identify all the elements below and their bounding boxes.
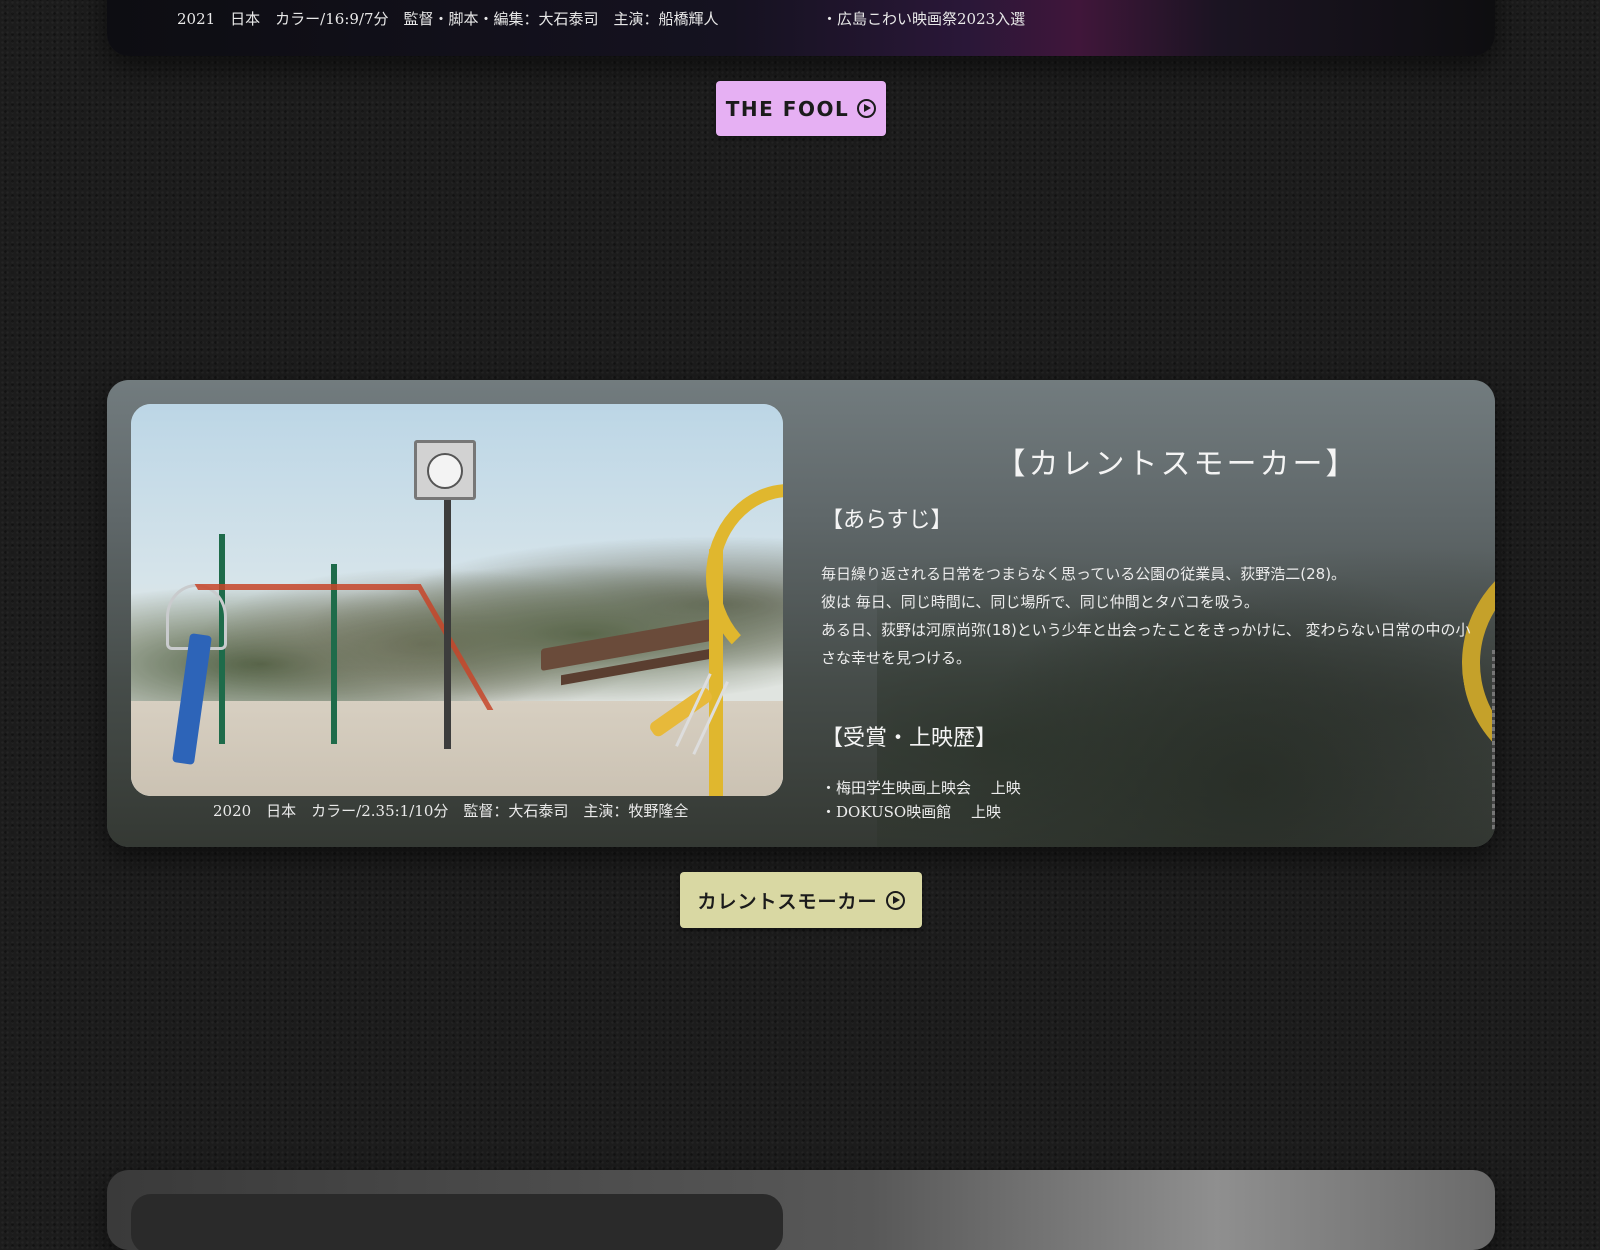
film-meta: 2021 日本 カラー/16:9/7分 監督・脚本・編集：大石泰司 主演：船橋輝… bbox=[177, 10, 719, 28]
film-card-next bbox=[107, 1170, 1495, 1250]
the-fool-button[interactable]: THE FOOL bbox=[716, 81, 886, 136]
current-smoker-button[interactable]: カレントスモーカー bbox=[680, 872, 922, 928]
synopsis-line: ある日、荻野は河原尚弥(18)という少年と出会ったことをきっかけに、 変わらない… bbox=[821, 621, 1471, 667]
film-title: 【カレントスモーカー】 bbox=[995, 446, 1359, 482]
yellow-swing-pole bbox=[709, 549, 723, 796]
clock-pole bbox=[444, 494, 451, 749]
playground-photo bbox=[131, 404, 783, 796]
film-card-previous: 2021 日本 カラー/16:9/7分 監督・脚本・編集：大石泰司 主演：船橋輝… bbox=[107, 0, 1495, 56]
award-item: ・広島こわい映画祭2023入選 bbox=[822, 10, 1026, 28]
synopsis-heading: 【あらすじ】 bbox=[821, 508, 953, 533]
play-circle-icon bbox=[857, 99, 877, 118]
swing-chain bbox=[1492, 650, 1495, 830]
button-label: カレントスモーカー bbox=[697, 890, 878, 913]
award-item: ・DOKUSO映画館 上映 bbox=[821, 803, 1001, 821]
awards-heading: 【受賞・上映歴】 bbox=[821, 726, 998, 751]
play-circle-icon bbox=[885, 890, 905, 910]
synopsis-text: 毎日繰り返される日常をつまらなく思っている公園の従業員、荻野浩二(28)。 彼は… bbox=[821, 560, 1471, 672]
button-label: THE FOOL bbox=[725, 96, 850, 121]
awards-list: ・梅田学生映画上映会 上映 ・DOKUSO映画館 上映 bbox=[821, 776, 1021, 824]
synopsis-line: 毎日繰り返される日常をつまらなく思っている公園の従業員、荻野浩二(28)。 bbox=[821, 565, 1347, 583]
clock-icon bbox=[414, 440, 476, 500]
award-item: ・梅田学生映画上映会 上映 bbox=[821, 779, 1021, 797]
film-photo bbox=[131, 1194, 783, 1250]
synopsis-line: 彼は 毎日、同じ時間に、同じ場所で、同じ仲間とタバコを吸う。 bbox=[821, 593, 1259, 611]
film-meta: 2020 日本 カラー/2.35:1/10分 監督：大石泰司 主演：牧野隆全 bbox=[213, 802, 689, 820]
film-card-current-smoker: 2020 日本 カラー/2.35:1/10分 監督：大石泰司 主演：牧野隆全 【… bbox=[107, 380, 1495, 847]
